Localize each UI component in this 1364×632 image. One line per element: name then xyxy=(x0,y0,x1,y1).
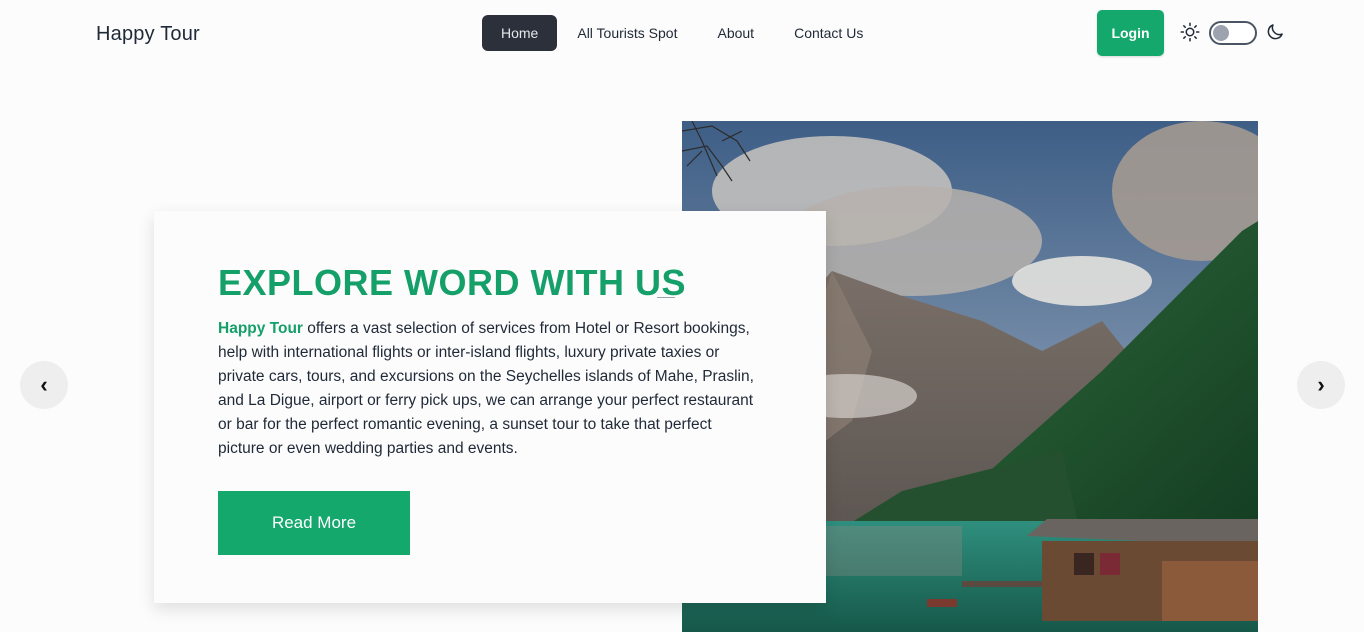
toggle-knob xyxy=(1213,25,1229,41)
brand-highlight: Happy Tour xyxy=(218,320,303,337)
sun-icon xyxy=(1180,22,1200,42)
brand-logo[interactable]: Happy Tour xyxy=(96,23,200,46)
carousel-prev-button[interactable]: ‹ xyxy=(20,361,68,409)
nav-home[interactable]: Home xyxy=(482,15,558,51)
nav-contact-us[interactable]: Contact Us xyxy=(774,15,883,51)
main-nav: Home All Tourists Spot About Contact Us xyxy=(482,15,883,51)
login-button[interactable]: Login xyxy=(1097,10,1164,56)
typing-cursor xyxy=(657,297,675,298)
hero-description: Happy Tour offers a vast selection of se… xyxy=(218,317,758,461)
moon-icon xyxy=(1267,24,1283,40)
carousel-next-button[interactable]: › xyxy=(1297,361,1345,409)
theme-toggle[interactable] xyxy=(1209,21,1257,45)
read-more-button[interactable]: Read More xyxy=(218,491,410,555)
description-text: offers a vast selection of services from… xyxy=(218,320,754,457)
hero-title: EXPLORE WORD WITH US xyxy=(218,262,686,303)
hero-card: EXPLORE WORD WITH US Happy Tour offers a… xyxy=(154,211,826,603)
nav-about[interactable]: About xyxy=(697,15,774,51)
navbar: Happy Tour Home All Tourists Spot About … xyxy=(0,0,1364,70)
nav-all-tourists-spot[interactable]: All Tourists Spot xyxy=(557,15,697,51)
